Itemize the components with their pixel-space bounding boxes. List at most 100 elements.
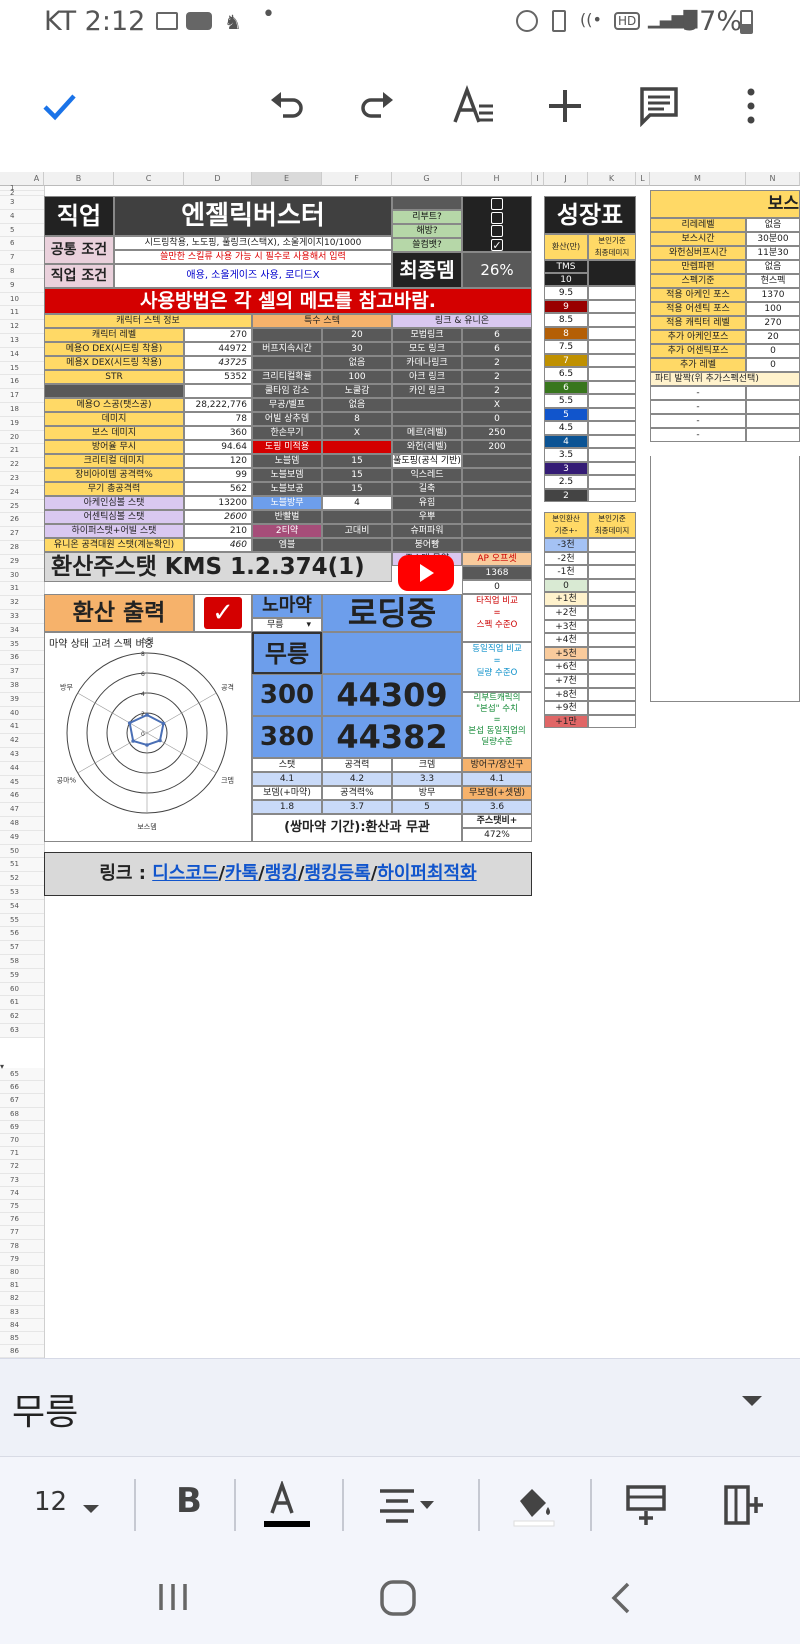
recent-apps-icon[interactable] [156,1580,190,1618]
boss-row-value[interactable] [746,386,800,400]
boss-row-value[interactable] [746,428,800,442]
row-header[interactable]: 13 [0,334,44,348]
link-union-value[interactable] [462,538,532,552]
link-ranking[interactable]: 랭킹 [265,863,298,884]
text-format-icon[interactable] [448,78,498,134]
row-header[interactable]: 22 [0,458,44,472]
boss-row-value[interactable] [746,400,800,414]
radar-chart[interactable]: 마약 상태 고려 스펙 비중 스탯 공격 크뎀 보스뎀 공마% 방무 0 2 4 6 8 [44,632,252,842]
row-header[interactable]: 54 [0,899,44,914]
special-stat-value[interactable]: 100 [322,370,392,384]
row-header[interactable]: 69 [0,1120,44,1134]
reboot-checkbox[interactable] [491,211,503,224]
link-kakao[interactable]: 카톡 [225,863,258,884]
row-header[interactable]: 76 [0,1213,44,1227]
char-stat-value[interactable]: 120 [184,454,252,468]
insert-column-icon[interactable] [722,1483,766,1531]
row-header[interactable]: 74 [0,1186,44,1200]
row-header[interactable]: 5 [0,223,44,238]
special-stat-value[interactable]: 고대비 [322,524,392,538]
col-header-b[interactable]: B [44,172,114,186]
char-stat-value[interactable]: 360 [184,426,252,440]
row-header[interactable]: 14 [0,347,44,362]
row-header[interactable]: 79 [0,1252,44,1266]
boss-row-value[interactable]: 없음 [746,218,800,232]
row-header[interactable]: 17 [0,389,44,403]
char-stat-value[interactable]: 94.64 [184,440,252,454]
special-stat-value[interactable]: 20 [322,328,392,342]
boss-row-value[interactable]: 1370 [746,288,800,302]
col-header-m[interactable]: M [650,172,746,186]
col-header-g[interactable]: G [392,172,462,186]
row-header[interactable]: 39 [0,692,44,707]
link-union-value[interactable]: 6 [462,342,532,356]
special-stat-value[interactable]: 없음 [322,398,392,412]
col-header-h[interactable]: H [462,172,532,186]
mode-select[interactable]: 무릉 ▾ [252,618,322,632]
row-header[interactable]: 60 [0,982,44,997]
char-stat-value[interactable]: 13200 [184,496,252,510]
fill-color-icon[interactable] [512,1483,556,1531]
boss-row-value[interactable]: 0 [746,358,800,372]
link-union-value[interactable]: 6 [462,328,532,342]
col-header-c[interactable]: C [114,172,184,186]
special-stat-value[interactable]: 15 [322,482,392,496]
back-icon[interactable] [606,1580,636,1620]
row-header[interactable]: 37 [0,665,44,679]
legion-checkbox[interactable] [491,225,503,237]
special-stat-value[interactable]: 노쿨감 [322,384,392,398]
row-header[interactable]: 72 [0,1160,44,1174]
row-header[interactable]: 35 [0,637,44,652]
formula-bar[interactable]: 무릉 [0,1358,800,1456]
boss-row-value[interactable] [746,414,800,428]
boss-row-value[interactable]: 11분30 [746,246,800,260]
char-stat-value[interactable]: 210 [184,524,252,538]
row-header[interactable]: 20 [0,430,44,445]
row-header[interactable]: 12 [0,320,44,334]
row-header[interactable]: 27 [0,527,44,541]
boss-row-value[interactable]: 30분00 [746,232,800,246]
row-header[interactable]: 70 [0,1134,44,1148]
font-size-value[interactable]: 12 [34,1487,67,1517]
special-stat-value[interactable]: 15 [322,454,392,468]
row-header[interactable]: 16 [0,375,44,390]
hidden-row-marker-icon[interactable]: ▾ [0,1062,4,1071]
row-header[interactable]: 61 [0,996,44,1011]
link-union-value[interactable] [462,524,532,538]
row-header[interactable]: 47 [0,803,44,817]
row-header[interactable]: 41 [0,720,44,735]
char-stat-value[interactable]: 99 [184,468,252,482]
char-stat-value[interactable]: 270 [184,328,252,342]
row-header[interactable]: 9 [0,278,44,293]
row-header[interactable]: 63 [0,1024,44,1038]
row-header[interactable]: 73 [0,1173,44,1187]
row-header[interactable]: 34 [0,623,44,638]
link-union-value[interactable] [462,510,532,524]
link-ranking-register[interactable]: 랭킹등록 [304,863,370,884]
special-stat-value[interactable] [322,538,392,552]
done-check-icon[interactable] [34,78,84,134]
row-header[interactable]: 84 [0,1318,44,1332]
row-header[interactable]: 25 [0,499,44,514]
row-header[interactable]: 36 [0,651,44,666]
row-header[interactable]: 65 [0,1068,44,1082]
row-header[interactable]: 6 [0,237,44,252]
undo-icon[interactable] [262,78,312,134]
link-union-value[interactable]: 2 [462,384,532,398]
col-header-j[interactable]: J [544,172,588,186]
row-header[interactable]: 38 [0,679,44,693]
row-header[interactable]: 68 [0,1107,44,1121]
row-header[interactable]: 85 [0,1332,44,1346]
spreadsheet-grid[interactable]: A B C D E F G H I J K L M N 1 2 3 4 5 6 7 8 9 10 1… [0,172,800,1358]
redo-icon[interactable] [352,78,402,134]
text-color-icon[interactable] [262,1479,312,1535]
col-header-d[interactable]: D [184,172,252,186]
boss-row-value[interactable]: 270 [746,316,800,330]
row-header[interactable]: 11 [0,306,44,321]
col-header-n[interactable]: N [746,172,800,186]
link-union-value[interactable]: 2 [462,370,532,384]
row-header[interactable]: 19 [0,416,44,431]
row-header[interactable]: 45 [0,775,44,790]
char-stat-value[interactable]: 28,222,776 [184,398,252,412]
add-icon[interactable] [540,78,590,134]
